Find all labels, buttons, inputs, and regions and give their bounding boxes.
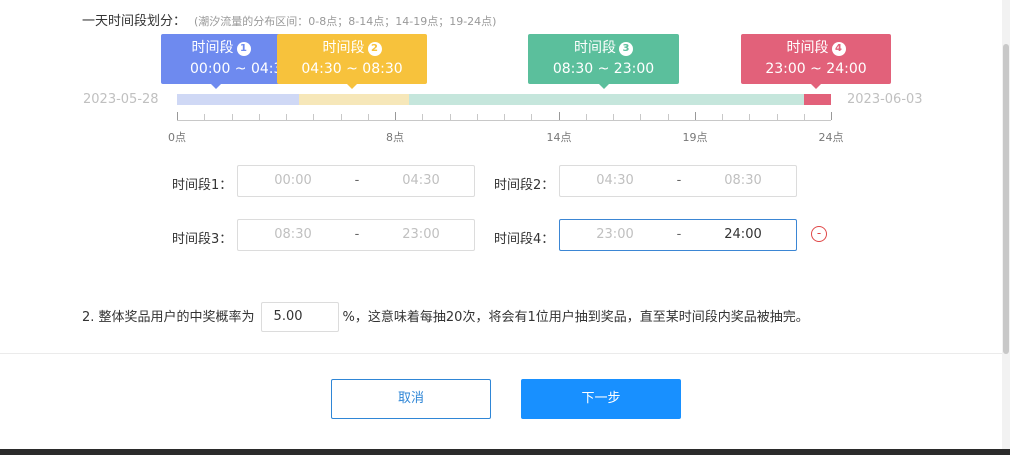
segment-tag-range: 23:00 ~ 24:00 (765, 61, 867, 77)
segment-4-start-input[interactable]: 23:00 (560, 220, 670, 250)
axis-tick (613, 114, 614, 120)
range-separator: - (354, 173, 360, 188)
axis-tick (640, 114, 642, 120)
axis-tick (286, 114, 287, 120)
segment-4-time-range[interactable]: 23:00 - 24:00 (559, 219, 797, 251)
axis-tick (422, 114, 424, 120)
time-axis (177, 120, 831, 121)
cancel-button[interactable]: 取消 (331, 379, 491, 419)
segment-tag-arrow (211, 84, 221, 89)
timeline-bar-segment-3[interactable] (409, 94, 804, 105)
axis-tick (177, 112, 178, 120)
segment-2-time-range[interactable]: 04:30 - 08:30 (559, 165, 797, 197)
segment-1-label: 时间段1： (172, 178, 233, 193)
range-separator: - (676, 227, 682, 242)
segment-tag-range: 04:30 ~ 08:30 (301, 61, 403, 77)
segment-number-badge: 2 (367, 42, 382, 56)
axis-tick (531, 114, 533, 120)
scrollbar-thumb[interactable] (1003, 44, 1009, 354)
axis-tick (449, 114, 451, 120)
timeline-bar-segment-4[interactable] (804, 94, 831, 105)
axis-tick (694, 112, 696, 120)
segment-tag-title: 时间段 2 (277, 39, 427, 57)
probability-row: 2. 整体奖品用户的中奖概率为 5.00 %，这意味着每抽20次，将会有1位用户抽到… (82, 302, 809, 334)
segment-2-label: 时间段2： (494, 178, 555, 193)
axis-tick (776, 114, 778, 120)
range-separator: - (676, 173, 682, 188)
timeline-bar-segment-1[interactable] (177, 94, 299, 105)
next-step-button[interactable]: 下一步 (521, 379, 681, 419)
segment-2-start-input[interactable]: 04:30 (560, 166, 670, 196)
axis-label-24: 24点 (818, 131, 844, 144)
segment-tag-range: 00:00 ~ 04:30 (190, 61, 281, 77)
axis-tick (340, 114, 342, 120)
segment-number-badge: 3 (619, 42, 633, 56)
segment-4-label: 时间段4： (494, 232, 555, 247)
axis-tick (803, 114, 805, 120)
segment-tag-3[interactable]: 时间段 3 08:30 ~ 23:00 (528, 34, 679, 84)
axis-tick (831, 112, 832, 120)
axis-tick (395, 112, 396, 120)
axis-label-19: 19点 (682, 131, 708, 144)
segment-tag-4[interactable]: 时间段 4 23:00 ~ 24:00 (741, 34, 891, 84)
segment-4-end-input[interactable]: 24:00 (688, 220, 798, 250)
axis-tick (667, 114, 669, 120)
segment-2-end-input[interactable]: 08:30 (688, 166, 798, 196)
segment-tag-2[interactable]: 时间段 2 04:30 ~ 08:30 (277, 34, 427, 84)
segment-tag-arrow (347, 84, 357, 89)
timeline-bar-segment-2[interactable] (299, 94, 409, 105)
section-title-text: 一天时间段划分： (82, 14, 187, 29)
range-separator: - (354, 227, 360, 242)
dialog: 一天时间段划分： (潮汐流量的分布区间：0-8点；8-14点；14-19点；19-… (0, 0, 1002, 449)
segment-tag-arrow (811, 84, 821, 89)
probability-suffix: %，这意味着每抽20次，将会有1位用户抽到奖品，直至某时间段内奖品被抽完。 (342, 310, 809, 325)
page-bottom-edge (0, 449, 1010, 455)
end-date-label: 2023-06-03 (847, 92, 923, 107)
probability-input[interactable]: 5.00 (260, 302, 339, 332)
remove-segment-icon[interactable]: - (811, 226, 827, 242)
axis-tick (367, 114, 369, 120)
axis-label-14: 14点 (546, 131, 572, 144)
axis-tick (749, 114, 751, 120)
probability-prefix: 2. 整体奖品用户的中奖概率为 (82, 310, 255, 325)
axis-tick (504, 114, 505, 120)
segment-tag-1[interactable]: 时间段1 00:00 ~ 04:30 (161, 34, 281, 84)
section-title: 一天时间段划分： (潮汐流量的分布区间：0-8点；8-14点；14-19点；19-… (82, 10, 496, 29)
segment-tag-range: 08:30 ~ 23:00 (552, 61, 655, 77)
segment-number-badge: 1 (236, 42, 251, 56)
footer-divider (0, 353, 1002, 354)
segment-tag-title: 时间段 4 (741, 39, 891, 57)
axis-label-8: 8点 (386, 131, 404, 144)
axis-tick (476, 114, 478, 120)
segment-3-start-input[interactable]: 08:30 (238, 220, 348, 250)
axis-label-0: 0点 (168, 131, 186, 144)
segment-3-end-input[interactable]: 23:00 (366, 220, 476, 250)
axis-tick (231, 114, 233, 120)
scrollbar[interactable] (1002, 0, 1010, 449)
start-date-label: 2023-05-28 (83, 92, 159, 107)
segment-1-end-input[interactable]: 04:30 (366, 166, 476, 196)
axis-tick (558, 112, 560, 120)
segment-tag-title: 时间段 1 (161, 39, 281, 57)
axis-tick (585, 114, 587, 120)
axis-tick (722, 114, 723, 120)
axis-tick (258, 114, 260, 120)
section-hint: (潮汐流量的分布区间：0-8点；8-14点；14-19点；19-24点) (194, 15, 497, 28)
segment-1-time-range[interactable]: 00:00 - 04:30 (237, 165, 475, 197)
segment-number-badge: 4 (831, 42, 846, 56)
segment-tag-arrow (599, 84, 609, 89)
segment-tag-title: 时间段 3 (528, 39, 679, 57)
segment-3-label: 时间段3： (172, 232, 233, 247)
axis-tick (204, 114, 206, 120)
segment-3-time-range[interactable]: 08:30 - 23:00 (237, 219, 475, 251)
axis-tick (313, 114, 315, 120)
segment-1-start-input[interactable]: 00:00 (238, 166, 348, 196)
